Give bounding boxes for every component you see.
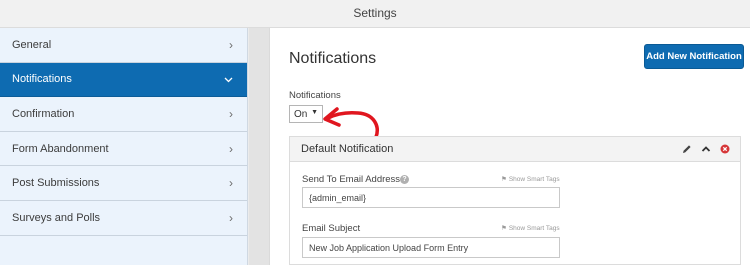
send-to-email-input[interactable]: {admin_email} [302, 187, 560, 208]
notifications-field-label: Notifications [289, 90, 341, 101]
sidebar-item-form-abandonment[interactable]: Form Abandonment › [0, 132, 247, 167]
sidebar-item-general[interactable]: General › [0, 28, 247, 63]
page-title: Notifications [289, 50, 377, 67]
notifications-panel: Notifications Add New Notification Notif… [269, 28, 750, 265]
show-smart-tags-label: Show Smart Tags [508, 224, 560, 232]
sidebar-item-post-submissions[interactable]: Post Submissions › [0, 166, 247, 201]
email-subject-label: Email Subject [302, 223, 361, 234]
sidebar-item-label: Post Submissions [12, 177, 100, 190]
edit-pencil-icon[interactable] [680, 142, 694, 156]
chevron-right-icon: › [229, 106, 233, 121]
notification-card-title: Default Notification [301, 143, 394, 155]
chevron-right-icon: › [229, 176, 233, 191]
delete-icon[interactable] [718, 142, 732, 156]
notification-card-header: Default Notification [290, 137, 740, 162]
show-smart-tags-link[interactable]: ⚑ Show Smart Tags [501, 175, 560, 184]
sidebar-item-label: General [12, 38, 52, 51]
sidebar-item-label: Confirmation [12, 107, 75, 120]
chevron-right-icon: › [229, 141, 233, 156]
panel-gutter [249, 28, 269, 265]
chevron-right-icon: › [229, 210, 233, 225]
help-icon[interactable]: ? [400, 175, 409, 184]
show-smart-tags-label: Show Smart Tags [508, 175, 560, 183]
chevron-down-icon [224, 71, 233, 87]
sidebar-item-label: Form Abandonment [12, 142, 109, 155]
sidebar-item-confirmation[interactable]: Confirmation › [0, 97, 247, 132]
show-smart-tags-link[interactable]: ⚑ Show Smart Tags [501, 224, 560, 233]
sidebar-item-surveys-and-polls[interactable]: Surveys and Polls › [0, 201, 247, 236]
email-subject-input[interactable]: New Job Application Upload Form Entry [302, 237, 560, 258]
settings-sidebar: General › Notifications Confirmation › F… [0, 28, 248, 265]
sidebar-item-label: Notifications [12, 73, 72, 86]
window-titlebar: Settings [0, 0, 750, 28]
chevron-right-icon: › [229, 37, 233, 52]
sidebar-item-notifications[interactable]: Notifications [0, 62, 247, 98]
sidebar-item-label: Surveys and Polls [12, 211, 101, 224]
tag-icon: ⚑ [501, 176, 507, 183]
dropdown-arrow-icon: ▼ [311, 109, 318, 116]
send-to-email-label: Send To Email Address [302, 174, 401, 185]
notifications-select-value: On [294, 108, 308, 120]
add-new-notification-button[interactable]: Add New Notification [644, 44, 744, 69]
notifications-select[interactable]: On ▼ [289, 105, 323, 123]
notification-card: Default Notification Send To Email Addre… [289, 136, 741, 265]
window-title: Settings [353, 6, 397, 20]
tag-icon: ⚑ [501, 225, 507, 232]
collapse-chevron-up-icon[interactable] [699, 142, 713, 156]
